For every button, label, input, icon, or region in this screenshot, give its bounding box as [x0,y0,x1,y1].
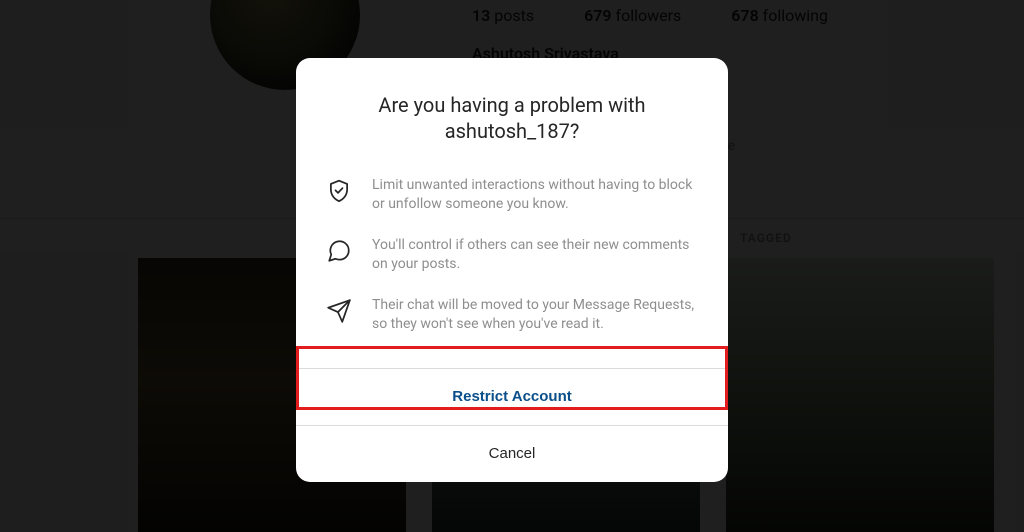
restrict-account-button[interactable]: Restrict Account [296,369,728,425]
info-text: You'll control if others can see their n… [372,236,700,274]
info-item-limit: Limit unwanted interactions without havi… [324,168,700,228]
info-item-comments: You'll control if others can see their n… [324,228,700,288]
dialog-title: Are you having a problem withashutosh_18… [296,58,728,168]
shield-check-icon [324,176,354,204]
send-icon [324,296,354,324]
info-item-messages: Their chat will be moved to your Message… [324,288,700,348]
restrict-dialog: Are you having a problem withashutosh_18… [296,58,728,482]
cancel-button[interactable]: Cancel [296,426,728,482]
info-text: Their chat will be moved to your Message… [372,296,700,334]
info-text: Limit unwanted interactions without havi… [372,176,700,214]
comment-icon [324,236,354,264]
